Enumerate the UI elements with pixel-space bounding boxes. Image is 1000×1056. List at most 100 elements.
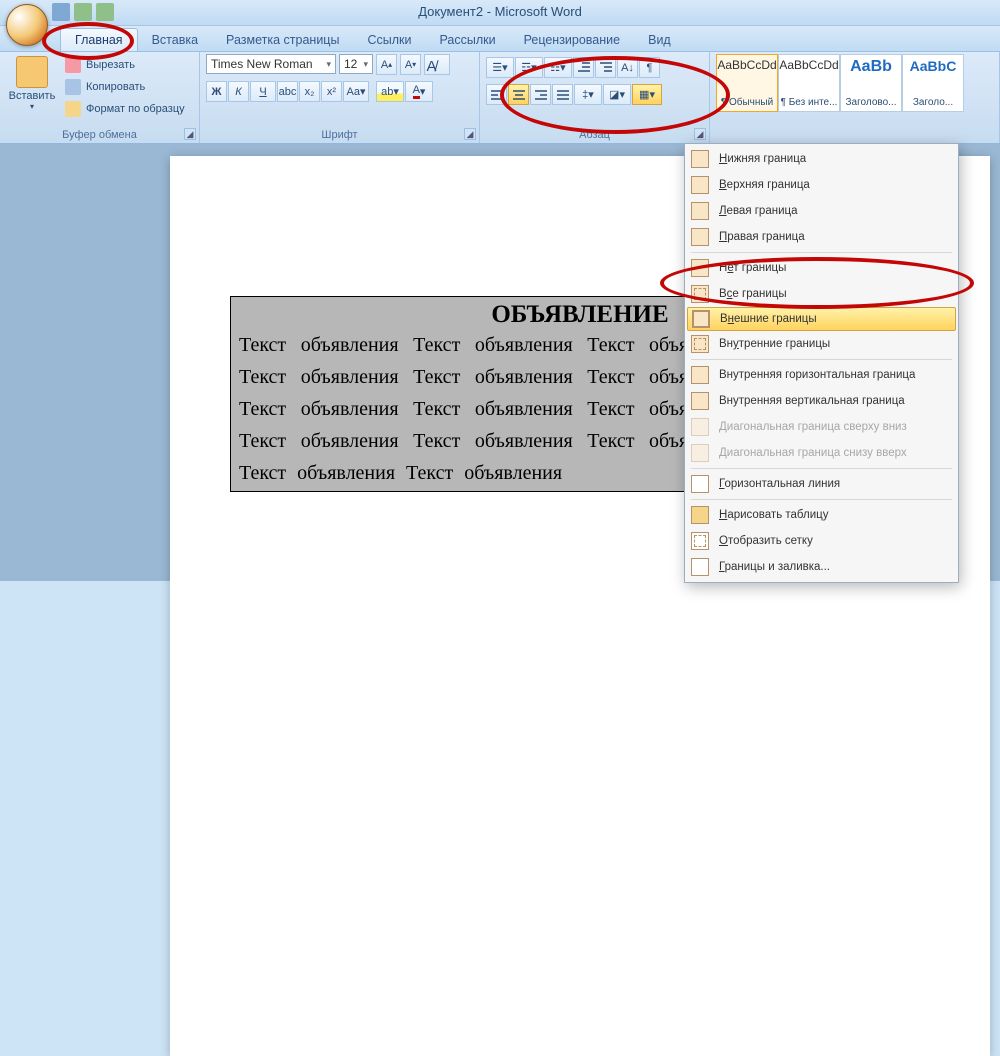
svg-text:A̸: A̸ <box>427 58 440 75</box>
font-size-combo[interactable]: 12▾ <box>339 54 373 74</box>
numbering-button[interactable]: ☲▾ <box>515 57 543 78</box>
brush-icon <box>65 101 81 117</box>
increase-indent-button[interactable] <box>595 57 616 78</box>
undo-icon[interactable] <box>74 3 92 21</box>
format-painter-button[interactable]: Формат по образцу <box>61 98 189 119</box>
scissors-icon <box>65 57 81 73</box>
group-clipboard: Вставить ▾ Вырезать Копировать Формат по… <box>0 52 200 143</box>
menu-borders-and-shading[interactable]: Границы и заливка... <box>687 554 956 580</box>
tab-layout[interactable]: Разметка страницы <box>212 29 353 51</box>
tab-home[interactable]: Главная <box>60 28 138 51</box>
show-marks-button[interactable]: ¶ <box>639 57 660 78</box>
borders-button[interactable]: ▦▾ <box>632 84 662 105</box>
menu-border-all[interactable]: Все границы <box>687 281 956 307</box>
menu-border-top[interactable]: Верхняя граница <box>687 172 956 198</box>
ribbon: Вставить ▾ Вырезать Копировать Формат по… <box>0 52 1000 144</box>
bullets-button[interactable]: ☰▾ <box>486 57 514 78</box>
copy-icon <box>65 79 81 95</box>
paragraph-launcher[interactable]: ◢ <box>694 128 706 140</box>
menu-view-gridlines[interactable]: Отобразить сетку <box>687 528 956 554</box>
highlight-button[interactable]: ab▾ <box>376 81 404 102</box>
tab-refs[interactable]: Ссылки <box>353 29 425 51</box>
group-label-paragraph: Абзац <box>486 129 703 143</box>
style-heading2[interactable]: AaBbC Заголо... <box>902 54 964 112</box>
ribbon-tabs: Главная Вставка Разметка страницы Ссылки… <box>0 26 1000 52</box>
style-no-spacing[interactable]: AaBbCcDd ¶ Без инте... <box>778 54 840 112</box>
menu-horizontal-line[interactable]: Горизонтальная линия <box>687 471 956 497</box>
paste-button[interactable]: Вставить ▾ <box>6 54 58 113</box>
underline-button[interactable]: Ч <box>250 81 276 102</box>
menu-border-inner-v[interactable]: Внутренняя вертикальная граница <box>687 388 956 414</box>
change-case-button[interactable]: Aa▾ <box>343 81 369 102</box>
border-left-icon <box>691 202 709 220</box>
font-launcher[interactable]: ◢ <box>464 128 476 140</box>
save-icon[interactable] <box>52 3 70 21</box>
bucket-icon: ◪ <box>609 88 619 101</box>
border-diag-up-icon <box>691 444 709 462</box>
group-paragraph: ☰▾ ☲▾ ☷▾ A↓ ¶ <box>480 52 710 143</box>
sort-button[interactable]: A↓ <box>617 57 638 78</box>
menu-draw-table[interactable]: Нарисовать таблицу <box>687 502 956 528</box>
borders-dropdown: Нижняя граница Верхняя граница Левая гра… <box>684 143 959 583</box>
multilevel-button[interactable]: ☷▾ <box>544 57 572 78</box>
window-title: Документ2 - Microsoft Word <box>418 4 582 19</box>
cut-button[interactable]: Вырезать <box>61 54 189 75</box>
clipboard-launcher[interactable]: ◢ <box>184 128 196 140</box>
borders-shading-icon <box>691 558 709 576</box>
grow-font-button[interactable]: A▴ <box>376 54 397 75</box>
border-icon: ▦ <box>639 88 649 101</box>
tab-mail[interactable]: Рассылки <box>425 29 509 51</box>
border-bottom-icon <box>691 150 709 168</box>
shading-button[interactable]: ◪▾ <box>603 84 631 105</box>
justify-button[interactable] <box>552 84 573 105</box>
tab-insert[interactable]: Вставка <box>138 29 212 51</box>
office-button[interactable] <box>6 4 48 46</box>
menu-border-inside[interactable]: Внутренние границы <box>687 331 956 357</box>
qat-more-icon[interactable] <box>118 3 128 21</box>
superscript-button[interactable]: x² <box>321 81 342 102</box>
group-label-clipboard: Буфер обмена <box>6 129 193 143</box>
quick-access-toolbar <box>52 3 128 21</box>
menu-border-bottom[interactable]: Нижняя граница <box>687 146 956 172</box>
italic-button[interactable]: К <box>228 81 249 102</box>
border-inside-icon <box>691 335 709 353</box>
menu-border-inner-h[interactable]: Внутренняя горизонтальная граница <box>687 362 956 388</box>
line-spacing-button[interactable]: ‡▾ <box>574 84 602 105</box>
style-heading1[interactable]: AaBb Заголово... <box>840 54 902 112</box>
strike-button[interactable]: abc <box>277 81 298 102</box>
tab-review[interactable]: Рецензирование <box>510 29 635 51</box>
style-normal[interactable]: AaBbCcDd ¶ Обычный <box>716 54 778 112</box>
copy-button[interactable]: Копировать <box>61 76 189 97</box>
group-styles: AaBbCcDd ¶ Обычный AaBbCcDd ¶ Без инте..… <box>710 52 1000 143</box>
hline-icon <box>691 475 709 493</box>
tab-view[interactable]: Вид <box>634 29 685 51</box>
bold-button[interactable]: Ж <box>206 81 227 102</box>
border-inner-v-icon <box>691 392 709 410</box>
border-none-icon <box>691 259 709 277</box>
gridlines-icon <box>691 532 709 550</box>
redo-icon[interactable] <box>96 3 114 21</box>
border-right-icon <box>691 228 709 246</box>
subscript-button[interactable]: x₂ <box>299 81 320 102</box>
align-right-button[interactable] <box>530 84 551 105</box>
font-name-combo[interactable]: Times New Roman▾ <box>206 54 336 74</box>
clipboard-small-buttons: Вырезать Копировать Формат по образцу <box>61 54 189 119</box>
menu-border-outside[interactable]: Внешние границы <box>687 307 956 331</box>
group-font: Times New Roman▾ 12▾ A▴ A▾ A̸ Ж К Ч abc … <box>200 52 480 143</box>
shrink-font-button[interactable]: A▾ <box>400 54 421 75</box>
menu-border-left[interactable]: Левая граница <box>687 198 956 224</box>
font-color-button[interactable]: A▾ <box>405 81 433 102</box>
menu-border-none[interactable]: Нет границы <box>687 255 956 281</box>
menu-border-diag-up: Диагональная граница снизу вверх <box>687 440 956 466</box>
menu-border-right[interactable]: Правая граница <box>687 224 956 250</box>
draw-table-icon <box>691 506 709 524</box>
align-left-button[interactable] <box>486 84 507 105</box>
border-inner-h-icon <box>691 366 709 384</box>
border-top-icon <box>691 176 709 194</box>
decrease-indent-button[interactable] <box>573 57 594 78</box>
paste-icon <box>16 56 48 88</box>
clear-formatting-button[interactable]: A̸ <box>424 54 450 75</box>
group-label-font: Шрифт <box>206 129 473 143</box>
align-center-button[interactable] <box>508 84 529 105</box>
border-diag-down-icon <box>691 418 709 436</box>
